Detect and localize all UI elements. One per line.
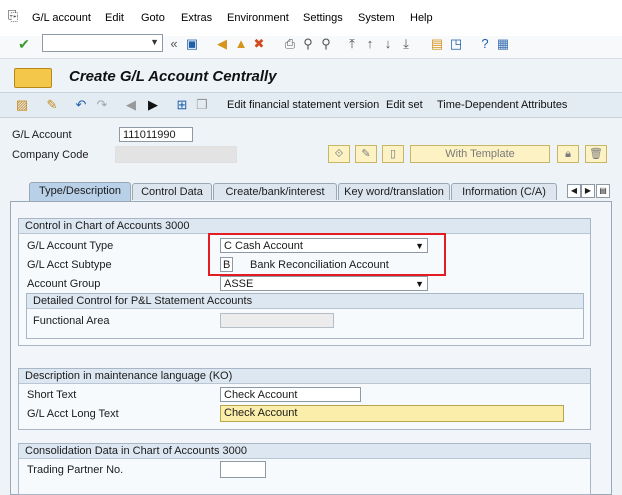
- create-session-icon[interactable]: ▤: [429, 36, 445, 52]
- consolidation-group-title: Consolidation Data in Chart of Accounts …: [19, 444, 590, 459]
- company-code-field[interactable]: [115, 146, 237, 163]
- previous-icon[interactable]: ◀: [123, 97, 139, 113]
- menu-item-edit[interactable]: Edit: [105, 12, 124, 24]
- lock-icon[interactable]: 🔒︎: [557, 145, 579, 163]
- menu-item-help[interactable]: Help: [410, 12, 433, 24]
- gl-acct-subtype-label: G/L Acct Subtype: [27, 259, 112, 271]
- find-icon[interactable]: ⚲: [300, 36, 316, 52]
- edit-fs-version-button[interactable]: Edit financial statement version: [227, 99, 379, 111]
- print-icon[interactable]: ⎙: [282, 36, 298, 52]
- command-field[interactable]: ▼: [42, 34, 163, 52]
- chevron-down-icon[interactable]: ▼: [150, 37, 159, 47]
- tab-type-description[interactable]: Type/Description: [29, 182, 131, 201]
- next-page-icon[interactable]: ↓: [380, 36, 396, 52]
- pl-control-group-title: Detailed Control for P&L Statement Accou…: [27, 294, 583, 309]
- tab-control-data[interactable]: Control Data: [132, 183, 212, 200]
- trading-partner-label: Trading Partner No.: [27, 464, 124, 476]
- account-group-label: Account Group: [27, 278, 101, 290]
- functional-area-field[interactable]: [220, 313, 334, 328]
- command-input[interactable]: [43, 35, 147, 51]
- first-page-icon[interactable]: ⤒: [344, 36, 360, 52]
- short-text-label: Short Text: [27, 389, 77, 401]
- menu-item-gl-account[interactable]: G/L account: [32, 12, 91, 24]
- system-menu-icon[interactable]: ⎘: [8, 9, 22, 23]
- account-group-select[interactable]: ASSE ▼: [220, 276, 428, 291]
- display-change-icon[interactable]: ▨: [14, 97, 30, 113]
- tab-strip: Type/Description Control Data Create/ban…: [10, 182, 610, 201]
- transaction-icon: [14, 68, 52, 88]
- company-code-label: Company Code: [12, 149, 89, 161]
- next-icon[interactable]: ▶: [145, 97, 161, 113]
- long-text-field[interactable]: Check Account: [220, 405, 564, 422]
- layout-menu-icon[interactable]: ▦: [495, 36, 511, 52]
- menu-item-goto[interactable]: Goto: [141, 12, 165, 24]
- shortcut-icon[interactable]: ◳: [448, 36, 464, 52]
- long-text-label: G/L Acct Long Text: [27, 408, 119, 420]
- tab-information-ca[interactable]: Information (C/A): [451, 183, 557, 200]
- delete-trash-icon[interactable]: 🗑︎: [585, 145, 607, 163]
- other-object-icon[interactable]: ✎: [44, 97, 60, 113]
- previous-page-icon[interactable]: ↑: [362, 36, 378, 52]
- menu-bar: ⎘ G/L account Edit Goto Extras Environme…: [0, 0, 622, 37]
- menu-item-environment[interactable]: Environment: [227, 12, 289, 24]
- last-page-icon[interactable]: ⤓: [398, 36, 414, 52]
- chevron-down-icon[interactable]: ▼: [415, 277, 424, 292]
- cancel-icon[interactable]: ✖: [251, 36, 267, 52]
- application-toolbar: ▨ ✎ ↶ ↷ ◀ ▶ ⊞ ❐ Edit financial statement…: [0, 92, 622, 118]
- tab-scroll-left-icon[interactable]: ◀: [567, 184, 581, 198]
- double-chevron-left-icon[interactable]: «: [166, 36, 182, 52]
- tab-create-bank-interest[interactable]: Create/bank/interest: [213, 183, 337, 200]
- edit-pencil-icon[interactable]: ✎: [355, 145, 377, 163]
- menu-item-system[interactable]: System: [358, 12, 395, 24]
- description-group-title: Description in maintenance language (KO): [19, 369, 590, 384]
- copy-icon[interactable]: ❐: [194, 97, 210, 113]
- control-group-title: Control in Chart of Accounts 3000: [19, 219, 590, 234]
- exit-icon[interactable]: ▲: [233, 36, 249, 52]
- select-icon-button[interactable]: ⟐: [328, 145, 350, 163]
- with-template-button[interactable]: With Template: [410, 145, 550, 163]
- with-template-label: With Template: [445, 148, 515, 160]
- hierarchy-icon[interactable]: ⊞: [174, 97, 190, 113]
- undo-icon[interactable]: ↶: [73, 97, 89, 113]
- enter-check-icon[interactable]: ✔: [16, 36, 32, 52]
- account-group-value: ASSE: [224, 278, 254, 290]
- menu-item-settings[interactable]: Settings: [303, 12, 343, 24]
- find-next-icon[interactable]: ⚲: [318, 36, 334, 52]
- menu-item-extras[interactable]: Extras: [181, 12, 212, 24]
- highlight-box: [208, 233, 446, 276]
- short-text-field[interactable]: Check Account: [220, 387, 361, 402]
- create-document-icon[interactable]: ▯: [382, 145, 404, 163]
- tab-key-word-translation[interactable]: Key word/translation: [338, 183, 450, 200]
- help-icon[interactable]: ?: [477, 36, 493, 52]
- time-dependent-attributes-button[interactable]: Time-Dependent Attributes: [437, 99, 567, 111]
- page-title: Create G/L Account Centrally: [69, 68, 277, 85]
- gl-account-type-label: G/L Account Type: [27, 240, 114, 252]
- gl-account-label: G/L Account: [12, 129, 72, 141]
- tab-list-icon[interactable]: ▤: [596, 184, 610, 198]
- functional-area-label: Functional Area: [33, 315, 110, 327]
- save-icon[interactable]: ▣: [184, 36, 200, 52]
- edit-set-button[interactable]: Edit set: [386, 99, 423, 111]
- trading-partner-field[interactable]: [220, 461, 266, 478]
- redo-icon[interactable]: ↷: [94, 97, 110, 113]
- back-icon[interactable]: ◀: [214, 36, 230, 52]
- gl-account-field[interactable]: 111011990: [119, 127, 193, 142]
- tab-scroll-right-icon[interactable]: ▶: [581, 184, 595, 198]
